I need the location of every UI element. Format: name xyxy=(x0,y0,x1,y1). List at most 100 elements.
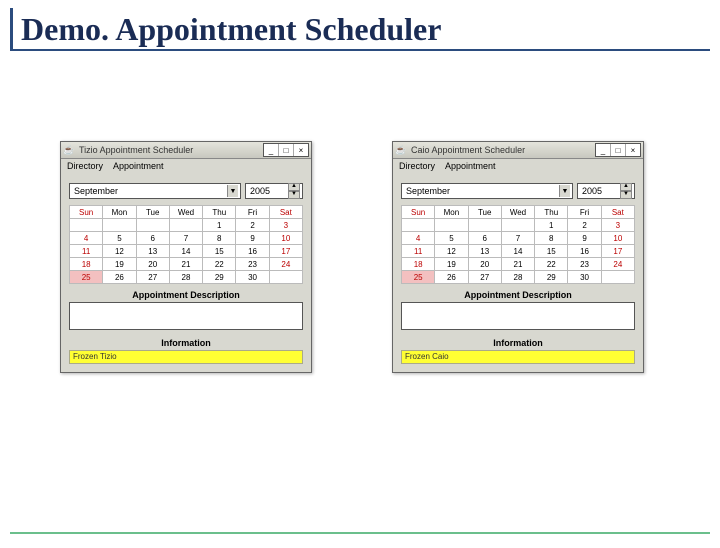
calendar-cell[interactable]: 5 xyxy=(435,232,468,245)
calendar-cell[interactable]: 3 xyxy=(601,219,634,232)
menu-item-appointment[interactable]: Appointment xyxy=(445,161,496,171)
chevron-down-icon[interactable]: ▼ xyxy=(559,185,570,197)
calendar-cell[interactable]: 25 xyxy=(70,271,103,284)
spinner-down-button[interactable]: ▼ xyxy=(288,191,300,199)
calendar-cell[interactable]: 4 xyxy=(402,232,435,245)
calendar-cell[interactable]: 30 xyxy=(236,271,269,284)
calendar-cell[interactable]: 28 xyxy=(169,271,202,284)
window-titlebar[interactable]: ☕Tizio Appointment Scheduler_□× xyxy=(61,142,311,159)
calendar-cell[interactable]: 24 xyxy=(601,258,634,271)
calendar-cell[interactable]: 24 xyxy=(269,258,302,271)
calendar-cell[interactable]: 18 xyxy=(402,258,435,271)
calendar-cell[interactable]: 14 xyxy=(501,245,534,258)
month-select[interactable]: September▼ xyxy=(401,183,573,199)
calendar-cell[interactable]: 28 xyxy=(501,271,534,284)
calendar-cell[interactable]: 16 xyxy=(236,245,269,258)
calendar-cell[interactable]: 9 xyxy=(568,232,601,245)
slide-title-wrap: Demo. Appointment Scheduler xyxy=(10,8,710,51)
calendar-cell[interactable]: 22 xyxy=(535,258,568,271)
calendar-cell[interactable]: 15 xyxy=(535,245,568,258)
spinner-down-button[interactable]: ▼ xyxy=(620,191,632,199)
calendar-cell[interactable]: 13 xyxy=(468,245,501,258)
maximize-button[interactable]: □ xyxy=(610,144,625,156)
close-button[interactable]: × xyxy=(625,144,640,156)
window-titlebar[interactable]: ☕Caio Appointment Scheduler_□× xyxy=(393,142,643,159)
calendar-cell[interactable]: 7 xyxy=(169,232,202,245)
spinner-up-button[interactable]: ▲ xyxy=(288,183,300,191)
calendar-table: SunMonTueWedThuFriSat1234567891011121314… xyxy=(69,205,303,284)
year-spinner[interactable]: 2005▲▼ xyxy=(245,183,303,199)
calendar-cell[interactable]: 5 xyxy=(103,232,136,245)
calendar-cell[interactable]: 17 xyxy=(601,245,634,258)
spinner-up-button[interactable]: ▲ xyxy=(620,183,632,191)
information-header: Information xyxy=(401,332,635,350)
calendar-cell[interactable]: 6 xyxy=(468,232,501,245)
calendar-cell[interactable]: 11 xyxy=(70,245,103,258)
calendar-cell[interactable]: 16 xyxy=(568,245,601,258)
calendar-cell[interactable]: 12 xyxy=(103,245,136,258)
calendar-cell[interactable]: 26 xyxy=(103,271,136,284)
calendar-cell[interactable]: 27 xyxy=(136,271,169,284)
calendar-cell xyxy=(70,219,103,232)
calendar-cell[interactable]: 27 xyxy=(468,271,501,284)
calendar-day-header: Thu xyxy=(203,206,236,219)
calendar-cell[interactable]: 14 xyxy=(169,245,202,258)
calendar-cell[interactable]: 23 xyxy=(568,258,601,271)
calendar-row: 18192021222324 xyxy=(402,258,635,271)
menu-item-appointment[interactable]: Appointment xyxy=(113,161,164,171)
description-textarea[interactable] xyxy=(69,302,303,330)
calendar-cell[interactable]: 22 xyxy=(203,258,236,271)
calendar-cell[interactable]: 8 xyxy=(535,232,568,245)
calendar-cell[interactable]: 26 xyxy=(435,271,468,284)
calendar-cell[interactable]: 21 xyxy=(501,258,534,271)
calendar-cell[interactable]: 6 xyxy=(136,232,169,245)
calendar-day-header: Sat xyxy=(601,206,634,219)
window-buttons: _□× xyxy=(263,143,309,157)
close-button[interactable]: × xyxy=(293,144,308,156)
window-title-text: Caio Appointment Scheduler xyxy=(411,145,591,155)
calendar-cell[interactable]: 29 xyxy=(535,271,568,284)
calendar-cell[interactable]: 3 xyxy=(269,219,302,232)
calendar-cell[interactable]: 2 xyxy=(568,219,601,232)
calendar-cell[interactable]: 11 xyxy=(402,245,435,258)
calendar-row: 11121314151617 xyxy=(70,245,303,258)
calendar-cell[interactable]: 12 xyxy=(435,245,468,258)
calendar-cell[interactable]: 7 xyxy=(501,232,534,245)
calendar-cell[interactable]: 8 xyxy=(203,232,236,245)
calendar-cell[interactable]: 30 xyxy=(568,271,601,284)
calendar-cell[interactable]: 2 xyxy=(236,219,269,232)
calendar-day-header: Fri xyxy=(568,206,601,219)
calendar-cell[interactable]: 20 xyxy=(136,258,169,271)
description-textarea[interactable] xyxy=(401,302,635,330)
year-spinner-buttons: ▲▼ xyxy=(288,183,300,199)
calendar-cell[interactable]: 29 xyxy=(203,271,236,284)
year-spinner[interactable]: 2005▲▼ xyxy=(577,183,635,199)
calendar-cell[interactable]: 17 xyxy=(269,245,302,258)
minimize-button[interactable]: _ xyxy=(596,144,610,156)
maximize-button[interactable]: □ xyxy=(278,144,293,156)
calendar-cell xyxy=(435,219,468,232)
calendar-cell[interactable]: 4 xyxy=(70,232,103,245)
calendar-cell[interactable]: 13 xyxy=(136,245,169,258)
calendar-cell[interactable]: 1 xyxy=(535,219,568,232)
calendar-cell[interactable]: 9 xyxy=(236,232,269,245)
calendar-cell[interactable]: 18 xyxy=(70,258,103,271)
chevron-down-icon[interactable]: ▼ xyxy=(227,185,238,197)
calendar-cell[interactable]: 25 xyxy=(402,271,435,284)
calendar-cell[interactable]: 21 xyxy=(169,258,202,271)
calendar-cell[interactable]: 19 xyxy=(103,258,136,271)
menu-item-directory[interactable]: Directory xyxy=(399,161,435,171)
calendar-cell[interactable]: 10 xyxy=(269,232,302,245)
calendar-cell[interactable]: 23 xyxy=(236,258,269,271)
menu-item-directory[interactable]: Directory xyxy=(67,161,103,171)
calendar-cell[interactable]: 1 xyxy=(203,219,236,232)
minimize-button[interactable]: _ xyxy=(264,144,278,156)
year-spinner-buttons: ▲▼ xyxy=(620,183,632,199)
calendar-cell[interactable]: 10 xyxy=(601,232,634,245)
calendar-row: 252627282930 xyxy=(402,271,635,284)
calendar-cell[interactable]: 19 xyxy=(435,258,468,271)
month-select[interactable]: September▼ xyxy=(69,183,241,199)
calendar-cell[interactable]: 20 xyxy=(468,258,501,271)
information-header: Information xyxy=(69,332,303,350)
calendar-cell[interactable]: 15 xyxy=(203,245,236,258)
